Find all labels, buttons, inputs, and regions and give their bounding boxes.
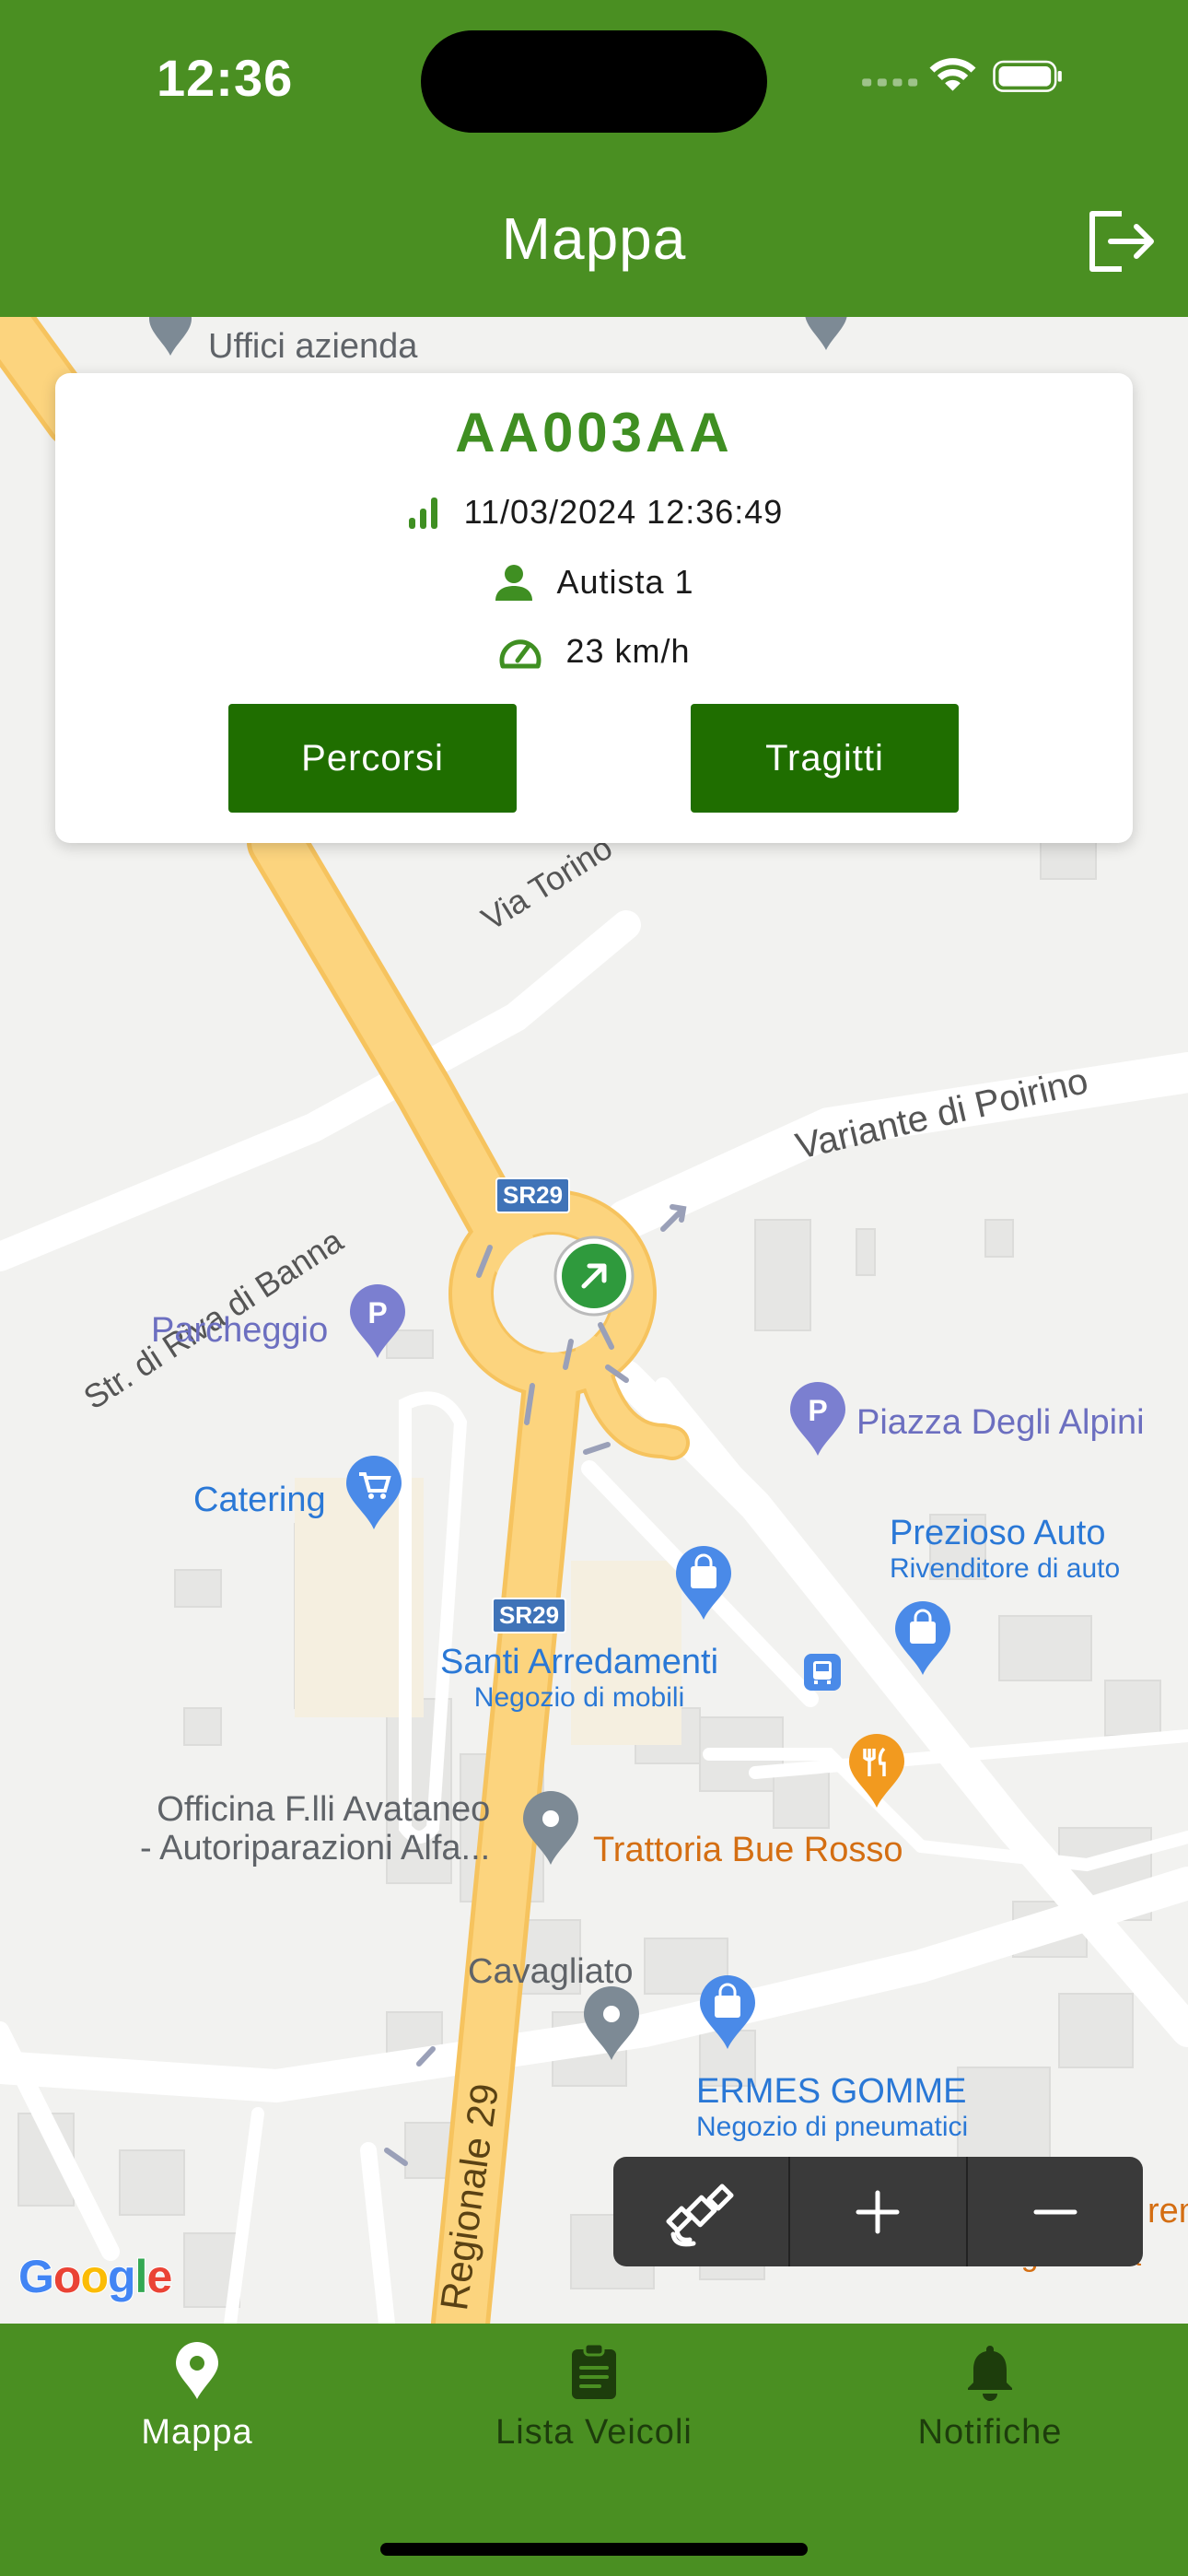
road-shield-sr29: SR29 — [495, 1177, 571, 1213]
plus-icon — [856, 2190, 900, 2233]
place-label-officina[interactable]: Officina F.lli Avataneo - Autoriparazion… — [140, 1790, 491, 1868]
vehicle-marker-icon[interactable] — [553, 1235, 635, 1317]
last-update-text: 11/03/2024 12:36:49 — [463, 493, 784, 531]
shopping-bag-pin-icon[interactable] — [893, 1601, 952, 1677]
cellular-signal-icon — [862, 78, 918, 87]
map-controls — [613, 2157, 1143, 2266]
speed-value: 23 km/h — [565, 632, 691, 670]
logout-icon[interactable] — [1085, 208, 1159, 275]
restaurant-pin-icon[interactable] — [847, 1734, 906, 1809]
parking-pin-icon[interactable]: P — [348, 1284, 407, 1360]
person-icon — [495, 565, 533, 601]
place-name-line: - Autoriparazioni Alfa... — [140, 1828, 491, 1868]
dynamic-island — [421, 30, 767, 133]
map-pin-icon[interactable] — [147, 317, 193, 357]
place-category: Negozio di pneumatici — [696, 2111, 969, 2142]
minus-icon — [1033, 2209, 1077, 2214]
parking-pin-icon[interactable]: P — [788, 1382, 847, 1458]
satellite-toggle-button[interactable] — [613, 2157, 791, 2266]
tab-label: Notifiche — [917, 2413, 1063, 2452]
home-indicator[interactable] — [380, 2543, 808, 2556]
place-name: Prezioso Auto — [890, 1514, 1106, 1552]
place-label-ermes[interactable]: ERMES GOMME Negozio di pneumatici — [696, 2072, 969, 2142]
place-label-catering[interactable]: Catering — [193, 1481, 326, 1520]
place-category: Negozio di mobili — [473, 1681, 685, 1713]
vehicle-plate: AA003AA — [455, 402, 733, 463]
bell-icon — [968, 2346, 1012, 2401]
tab-notifiche[interactable]: Notifiche — [852, 2342, 1128, 2489]
place-label-trattoria[interactable]: Trattoria Bue Rosso — [593, 1831, 903, 1870]
trips-button[interactable]: Tragitti — [691, 704, 959, 813]
shopping-bag-pin-icon[interactable] — [698, 1975, 757, 2051]
place-name-line: Officina F.lli Avataneo — [157, 1790, 491, 1829]
place-label-parcheggio[interactable]: Parcheggio — [151, 1311, 328, 1351]
place-name: Santi Arredamenti — [440, 1643, 719, 1681]
place-label-edge[interactable]: rem — [1147, 2192, 1188, 2231]
svg-text:P: P — [808, 1394, 827, 1427]
driver-name: Autista 1 — [556, 563, 694, 601]
clipboard-icon — [572, 2342, 616, 2399]
driver-row: Autista 1 — [55, 562, 1133, 603]
map-pin-icon[interactable] — [582, 1986, 641, 2062]
place-name: ERMES GOMME — [696, 2072, 967, 2111]
shopping-bag-pin-icon[interactable] — [674, 1546, 733, 1622]
wifi-icon — [929, 58, 976, 91]
bus-stop-icon[interactable] — [803, 1653, 842, 1692]
map-pin-icon[interactable] — [803, 317, 849, 352]
vehicle-info-card: AA003AA 11/03/2024 12:36:49 Autista 1 23… — [55, 373, 1133, 843]
map-pin-icon[interactable] — [521, 1791, 580, 1867]
zoom-out-button[interactable] — [968, 2157, 1143, 2266]
last-update-row: 11/03/2024 12:36:49 — [55, 493, 1133, 532]
signal-icon — [408, 498, 437, 529]
place-label-prezioso[interactable]: Prezioso Auto Rivenditore di auto — [890, 1514, 1121, 1584]
shopping-cart-pin-icon[interactable] — [344, 1456, 403, 1531]
tab-label: Mappa — [141, 2413, 253, 2452]
tab-label: Lista Veicoli — [495, 2413, 693, 2452]
status-time: 12:36 — [157, 49, 294, 107]
google-attribution: Google — [17, 2250, 173, 2303]
zoom-in-button[interactable] — [790, 2157, 968, 2266]
routes-button[interactable]: Percorsi — [228, 704, 517, 813]
battery-icon — [993, 60, 1062, 92]
place-label-santi[interactable]: Santi Arredamenti Negozio di mobili — [440, 1643, 719, 1713]
place-label-piazza[interactable]: Piazza Degli Alpini — [856, 1403, 1145, 1443]
place-label-uffici[interactable]: Uffici azienda — [208, 327, 417, 367]
bottom-tab-bar: Mappa Lista Veicoli Notifiche — [0, 2324, 1188, 2576]
road-shield-sr29: SR29 — [492, 1598, 567, 1633]
tab-lista-veicoli[interactable]: Lista Veicoli — [456, 2342, 732, 2489]
page-title: Mappa — [501, 205, 687, 272]
tab-mappa[interactable]: Mappa — [59, 2342, 335, 2489]
status-icons — [862, 58, 1062, 92]
app-header: 12:36 Mappa — [0, 0, 1188, 317]
speedometer-icon — [499, 639, 542, 669]
satellite-icon — [666, 2183, 734, 2246]
speed-row: 23 km/h — [55, 631, 1133, 672]
map-pin-icon — [176, 2342, 218, 2399]
svg-text:P: P — [367, 1296, 387, 1329]
place-category: Rivenditore di auto — [890, 1552, 1121, 1584]
